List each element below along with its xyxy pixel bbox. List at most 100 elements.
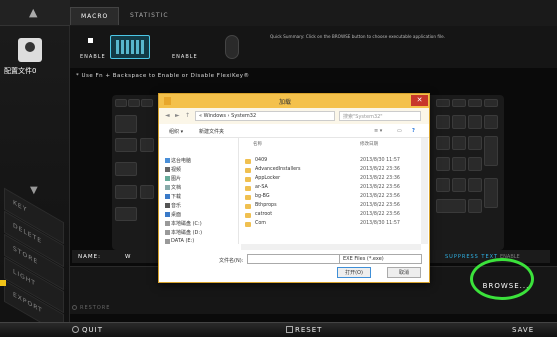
column-date[interactable]: 修改日期 xyxy=(360,141,378,147)
cancel-button[interactable]: 取消 xyxy=(387,267,421,278)
key[interactable] xyxy=(141,99,153,107)
file-open-dialog: 加载 ✕ ◄ ► ↑ « Windows › System32 搜索"Syste… xyxy=(158,93,430,283)
key[interactable] xyxy=(484,136,498,166)
file-row[interactable]: ar-SA 2013/8/22 23:56 xyxy=(245,185,421,193)
desktop-icon xyxy=(165,212,170,217)
forward-icon[interactable]: ► xyxy=(175,112,180,119)
name-value[interactable]: W xyxy=(125,254,130,260)
tab-statistic[interactable]: STATISTIC xyxy=(120,7,179,25)
scroll-up-icon[interactable]: ▲ xyxy=(29,6,37,19)
tree-item-this-pc[interactable]: 这台电脑 xyxy=(171,157,191,164)
tab-macro[interactable]: MACRO xyxy=(70,7,120,25)
up-icon[interactable]: ↑ xyxy=(185,112,190,119)
profile-name[interactable]: 配置文件0 xyxy=(4,66,36,76)
key[interactable] xyxy=(436,199,466,213)
file-type-select[interactable]: EXE Files (*.exe) xyxy=(339,254,422,264)
key[interactable] xyxy=(452,136,466,150)
tree-item-music[interactable]: 音乐 xyxy=(171,202,181,209)
tree-item-downloads[interactable]: 下载 xyxy=(171,193,181,200)
keyboard-mode-icon[interactable] xyxy=(110,35,150,59)
address-bar[interactable]: « Windows › System32 xyxy=(195,111,335,121)
help-icon[interactable]: ? xyxy=(412,128,415,134)
open-button[interactable]: 打开(O) xyxy=(337,267,371,278)
horizontal-scrollbar[interactable] xyxy=(241,244,421,250)
profile-icon[interactable] xyxy=(18,38,42,62)
tree-item-videos[interactable]: 视频 xyxy=(171,166,181,173)
key[interactable] xyxy=(115,162,137,176)
file-row[interactable]: 0409 2013/8/30 11:57 xyxy=(245,158,421,166)
key[interactable] xyxy=(468,199,482,213)
key[interactable] xyxy=(128,99,140,107)
column-name[interactable]: 名称 xyxy=(253,141,262,147)
key[interactable] xyxy=(484,178,498,208)
key[interactable] xyxy=(115,207,137,221)
dialog-title: 加载 xyxy=(279,99,292,106)
save-button[interactable]: SAVE xyxy=(512,326,534,334)
key[interactable] xyxy=(436,178,450,192)
key[interactable] xyxy=(436,99,450,107)
app-icon xyxy=(164,97,171,105)
tree-item-drive-c[interactable]: 本地磁盘 (C:) xyxy=(171,220,202,227)
tree-item-drive-d[interactable]: 本地磁盘 (D:) xyxy=(171,229,202,236)
file-row[interactable]: catroot 2013/8/22 23:56 xyxy=(245,212,421,220)
filename-input[interactable] xyxy=(247,254,342,264)
key[interactable] xyxy=(468,115,482,129)
tree-item-documents[interactable]: 文档 xyxy=(171,184,181,191)
key[interactable] xyxy=(115,185,137,199)
restore-icon[interactable] xyxy=(72,305,77,310)
key[interactable] xyxy=(484,115,498,129)
filename-label: 文件名(N): xyxy=(219,258,244,264)
organize-menu[interactable]: 组织 ▾ xyxy=(169,128,183,135)
key[interactable] xyxy=(115,138,137,152)
file-row[interactable]: Com 2013/8/30 11:57 xyxy=(245,221,421,229)
documents-icon xyxy=(165,185,170,190)
tree-item-pictures[interactable]: 图片 xyxy=(171,175,181,182)
file-row[interactable]: Bthprops 2013/8/22 23:56 xyxy=(245,203,421,211)
file-row[interactable]: bg-BG 2013/8/22 23:56 xyxy=(245,194,421,202)
tree-item-drive-e[interactable]: DATA (E:) xyxy=(171,238,194,244)
reset-button[interactable]: RESET xyxy=(295,326,322,334)
search-input[interactable]: 搜索"System32" xyxy=(339,111,421,121)
tree-item-desktop[interactable]: 桌面 xyxy=(171,211,181,218)
key[interactable] xyxy=(452,178,466,192)
key[interactable] xyxy=(468,99,482,107)
key[interactable] xyxy=(140,185,154,199)
key[interactable] xyxy=(468,157,482,171)
file-row[interactable]: AdvancedInstallers 2013/8/22 23:36 xyxy=(245,167,421,175)
dialog-titlebar[interactable] xyxy=(159,94,429,108)
mouse-mode-icon[interactable] xyxy=(225,35,239,59)
key[interactable] xyxy=(436,115,450,129)
vertical-scrollbar[interactable] xyxy=(421,138,428,244)
video-icon xyxy=(165,167,170,172)
back-icon[interactable]: ◄ xyxy=(165,112,170,119)
key[interactable] xyxy=(436,157,450,171)
sidebar: ▲ 配置文件0 ▼ KEY DELETE STORE LIGHT EXPORT xyxy=(0,0,70,337)
file-row[interactable]: AppLocker 2013/8/22 23:36 xyxy=(245,176,421,184)
close-icon[interactable]: ✕ xyxy=(411,95,428,106)
key[interactable] xyxy=(468,136,482,150)
folder-icon xyxy=(245,213,251,218)
preview-pane-icon[interactable]: ▭ xyxy=(397,128,402,134)
key[interactable] xyxy=(468,178,482,192)
flexikey-hint: * Use Fn + Backspace to Enable or Disabl… xyxy=(76,73,250,79)
key[interactable] xyxy=(140,138,154,152)
key[interactable] xyxy=(436,136,450,150)
folder-icon xyxy=(245,222,251,227)
quick-summary-text: Quick Summary: Click on the BROWSE butto… xyxy=(270,34,446,39)
key[interactable] xyxy=(115,99,127,107)
key[interactable] xyxy=(452,99,466,107)
key[interactable] xyxy=(452,157,466,171)
enable-right-label[interactable]: ENABLE xyxy=(172,54,198,60)
enable-left-label[interactable]: ENABLE xyxy=(80,54,106,60)
music-icon xyxy=(165,203,170,208)
quit-button[interactable]: QUIT xyxy=(82,326,103,334)
key[interactable] xyxy=(115,115,137,133)
key[interactable] xyxy=(452,115,466,129)
scroll-down-icon[interactable]: ▼ xyxy=(30,185,38,196)
folder-icon xyxy=(245,168,251,173)
new-folder-button[interactable]: 新建文件夹 xyxy=(199,128,224,135)
key[interactable] xyxy=(484,99,498,107)
name-label: NAME: xyxy=(78,254,101,260)
view-options-icon[interactable]: ≡ ▾ xyxy=(374,128,382,134)
restore-button[interactable]: RESTORE xyxy=(80,305,110,311)
